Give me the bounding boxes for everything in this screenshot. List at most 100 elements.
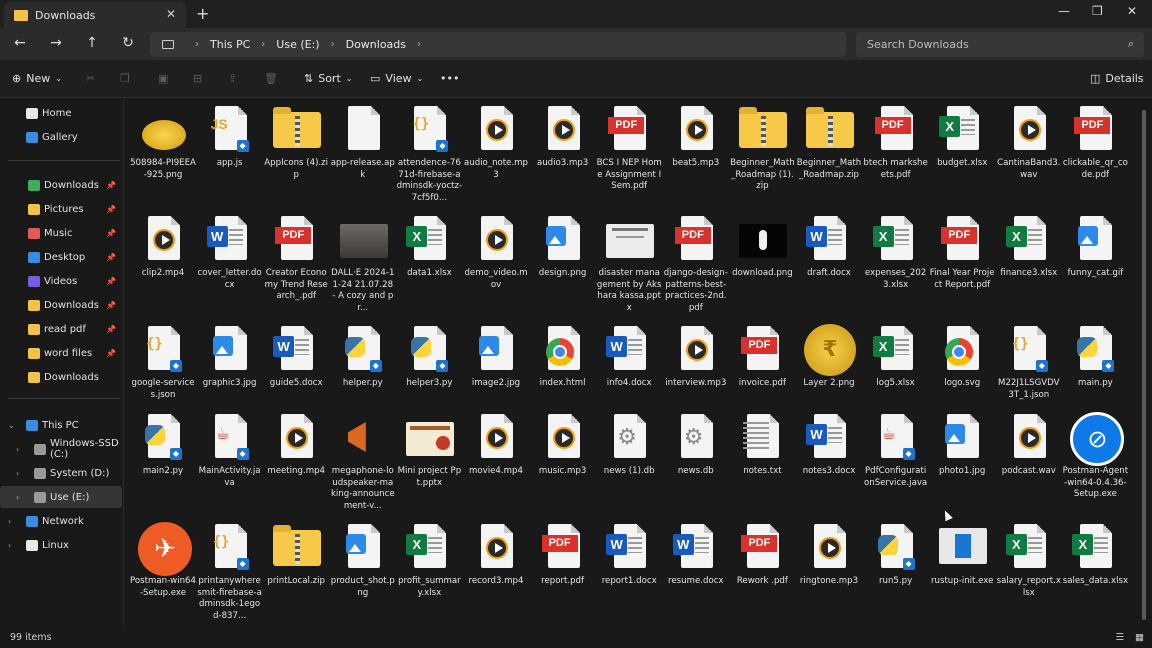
delete-button[interactable]: 🗑 [264, 72, 278, 85]
file-item[interactable]: PDF report.pdf [530, 518, 596, 624]
file-item[interactable]: download.png [729, 210, 795, 316]
view-button[interactable]: ▭ View ⌄ [370, 72, 423, 85]
back-button[interactable]: ← [10, 35, 30, 51]
file-item[interactable]: Xsales_data.xlsx [1062, 518, 1128, 624]
file-item[interactable]: Xdata1.xlsx [396, 210, 462, 316]
file-item[interactable]: PDF Final Year Project Report.pdf [929, 210, 995, 316]
minimize-button[interactable]: — [1058, 4, 1070, 18]
sidebar-item-downloads[interactable]: Downloads 📌 [0, 294, 122, 316]
file-item[interactable]: PDF Creator Economy Trend Research_.pdf [263, 210, 329, 316]
file-item[interactable]: ⊘ Postman-Agent-win64-0.4.36-Setup.exe [1062, 408, 1128, 514]
sidebar-item-linux[interactable]: › Linux [0, 534, 122, 556]
share-button[interactable]: ⇪ [228, 72, 237, 85]
sidebar-item-music[interactable]: Music 📌 [0, 222, 122, 244]
file-item[interactable]: design.png [530, 210, 596, 316]
expand-chevron-icon[interactable]: › [8, 541, 11, 550]
file-item[interactable]: ✈ Postman-win64-Setup.exe [130, 518, 196, 624]
file-item[interactable]: record3.mp4 [463, 518, 529, 624]
file-item[interactable]: clip2.mp4 [130, 210, 196, 316]
tab-downloads[interactable]: Downloads ✕ [4, 2, 186, 28]
file-item[interactable]: ☕ ◆ PdfConfigurationService.java [863, 408, 929, 514]
file-item[interactable]: audio_note.mp3 [463, 100, 529, 206]
refresh-button[interactable]: ↻ [118, 35, 138, 51]
file-item[interactable]: photo1.jpg [929, 408, 995, 514]
sidebar-item-home[interactable]: Home [0, 102, 122, 124]
sidebar-item-windows-ssd-c[interactable]: › Windows-SSD (C:) [0, 438, 122, 460]
breadcrumb-drive[interactable]: Use (E:) [276, 38, 319, 51]
file-item[interactable]: megaphone-loudspeaker-making-announcemen… [330, 408, 396, 514]
file-item[interactable]: app-release.apk [330, 100, 396, 206]
file-item[interactable]: ◆ main2.py [130, 408, 196, 514]
new-button[interactable]: ⊕ New ⌄ [12, 72, 62, 85]
expand-chevron-icon[interactable]: › [8, 517, 11, 526]
details-view-icon[interactable]: ☰ [1115, 632, 1124, 643]
large-icons-view-icon[interactable]: ▦ [1135, 632, 1144, 643]
expand-chevron-icon[interactable]: ⌄ [8, 421, 15, 430]
file-item[interactable]: ringtone.mp3 [796, 518, 862, 624]
file-item[interactable]: demo_video.mov [463, 210, 529, 316]
file-item[interactable]: PDF clickable_qr_code.pdf [1062, 100, 1128, 206]
sidebar-item-desktop[interactable]: Desktop 📌 [0, 246, 122, 268]
sidebar-item-downloads[interactable]: Downloads 📌 [0, 174, 122, 196]
address-bar[interactable]: › This PC › Use (E:) › Downloads › [150, 32, 846, 57]
file-item[interactable]: Wreport1.docx [596, 518, 662, 624]
file-item[interactable]: Xbudget.xlsx [929, 100, 995, 206]
file-item[interactable]: movie4.mp4 [463, 408, 529, 514]
close-window-button[interactable]: ✕ [1127, 4, 1137, 18]
sidebar-item-system-d[interactable]: › System (D:) [0, 462, 122, 484]
rename-button[interactable]: ⊟ [193, 72, 202, 85]
file-item[interactable]: Wcover_letter.docx [197, 210, 263, 316]
file-item[interactable]: Beginner_Math_Roadmap.zip [796, 100, 862, 206]
sidebar-item-network[interactable]: › Network [0, 510, 122, 532]
file-item[interactable]: Wresume.docx [663, 518, 729, 624]
file-item[interactable]: meeting.mp4 [263, 408, 329, 514]
file-item[interactable]: Xexpenses_2023.xlsx [863, 210, 929, 316]
sidebar-item-pictures[interactable]: Pictures 📌 [0, 198, 122, 220]
paste-button[interactable]: ▣ [158, 72, 168, 85]
file-item[interactable]: music.mp3 [530, 408, 596, 514]
file-item[interactable]: {} ◆ attendence-7671d-firebase-adminsdk-yo… [396, 100, 462, 206]
file-item[interactable]: CantinaBand3.wav [996, 100, 1062, 206]
file-item[interactable]: funny_cat.gif [1062, 210, 1128, 316]
file-item[interactable]: Mini project Ppt.pptx [396, 408, 462, 514]
expand-chevron-icon[interactable]: › [16, 469, 19, 478]
file-item[interactable]: ⚙ news.db [663, 408, 729, 514]
file-item[interactable]: Wnotes3.docx [796, 408, 862, 514]
file-item[interactable]: beat5.mp3 [663, 100, 729, 206]
close-tab-icon[interactable]: ✕ [166, 7, 176, 21]
forward-button[interactable]: → [46, 35, 66, 51]
file-item[interactable]: {} ◆ printanywheresmit-firebase-adminsdk-1… [197, 518, 263, 624]
breadcrumb-this-pc[interactable]: This PC [210, 38, 250, 51]
sidebar-item-this-pc[interactable]: ⌄ This PC [0, 414, 122, 436]
file-item[interactable]: product_shot.png [330, 518, 396, 624]
new-tab-button[interactable]: + [196, 4, 209, 23]
file-item[interactable]: PDF btech marksheets.pdf [863, 100, 929, 206]
file-item[interactable]: ◆ run5.py [863, 518, 929, 624]
file-item[interactable]: PDF django-design-patterns-best-practices… [663, 210, 729, 316]
file-item[interactable]: rustup-init.exe [929, 518, 995, 624]
details-button[interactable]: ◫ Details [1090, 72, 1144, 85]
file-item[interactable]: printLocal.zip [263, 518, 329, 624]
file-item[interactable]: disaster management by Akshara kassa.ppt… [596, 210, 662, 316]
file-item[interactable]: AppIcons (4).zip [263, 100, 329, 206]
restore-button[interactable]: ❐ [1092, 4, 1103, 18]
sidebar-item-gallery[interactable]: Gallery [0, 126, 122, 148]
sidebar-item-use-e[interactable]: › Use (E:) [0, 486, 122, 508]
sort-button[interactable]: ⇅ Sort ⌄ [304, 72, 352, 85]
up-button[interactable]: ↑ [82, 35, 102, 51]
file-item[interactable]: Wdraft.docx [796, 210, 862, 316]
file-item[interactable]: Xsalary_report.xlsx [996, 518, 1062, 624]
expand-chevron-icon[interactable]: › [16, 445, 19, 454]
file-item[interactable]: notes.txt [729, 408, 795, 514]
file-item[interactable]: PDF BCS I NEP Home Assignment I Sem.pdf [596, 100, 662, 206]
file-item[interactable]: DALL·E 2024-11-24 21.07.28 - A cozy and … [330, 210, 396, 316]
scrollbar[interactable] [1142, 110, 1146, 620]
file-item[interactable]: podcast.wav [996, 408, 1062, 514]
file-item[interactable]: 508984-PI9EEA-925.png [130, 100, 196, 206]
sidebar-item-videos[interactable]: Videos 📌 [0, 270, 122, 292]
file-item[interactable]: Xprofit_summary.xlsx [396, 518, 462, 624]
sidebar-item-word-files[interactable]: word files 📌 [0, 342, 122, 364]
sidebar-item-read-pdf[interactable]: read pdf 📌 [0, 318, 122, 340]
copy-button[interactable]: ❐ [120, 72, 130, 85]
cut-button[interactable]: ✂ [86, 72, 95, 85]
